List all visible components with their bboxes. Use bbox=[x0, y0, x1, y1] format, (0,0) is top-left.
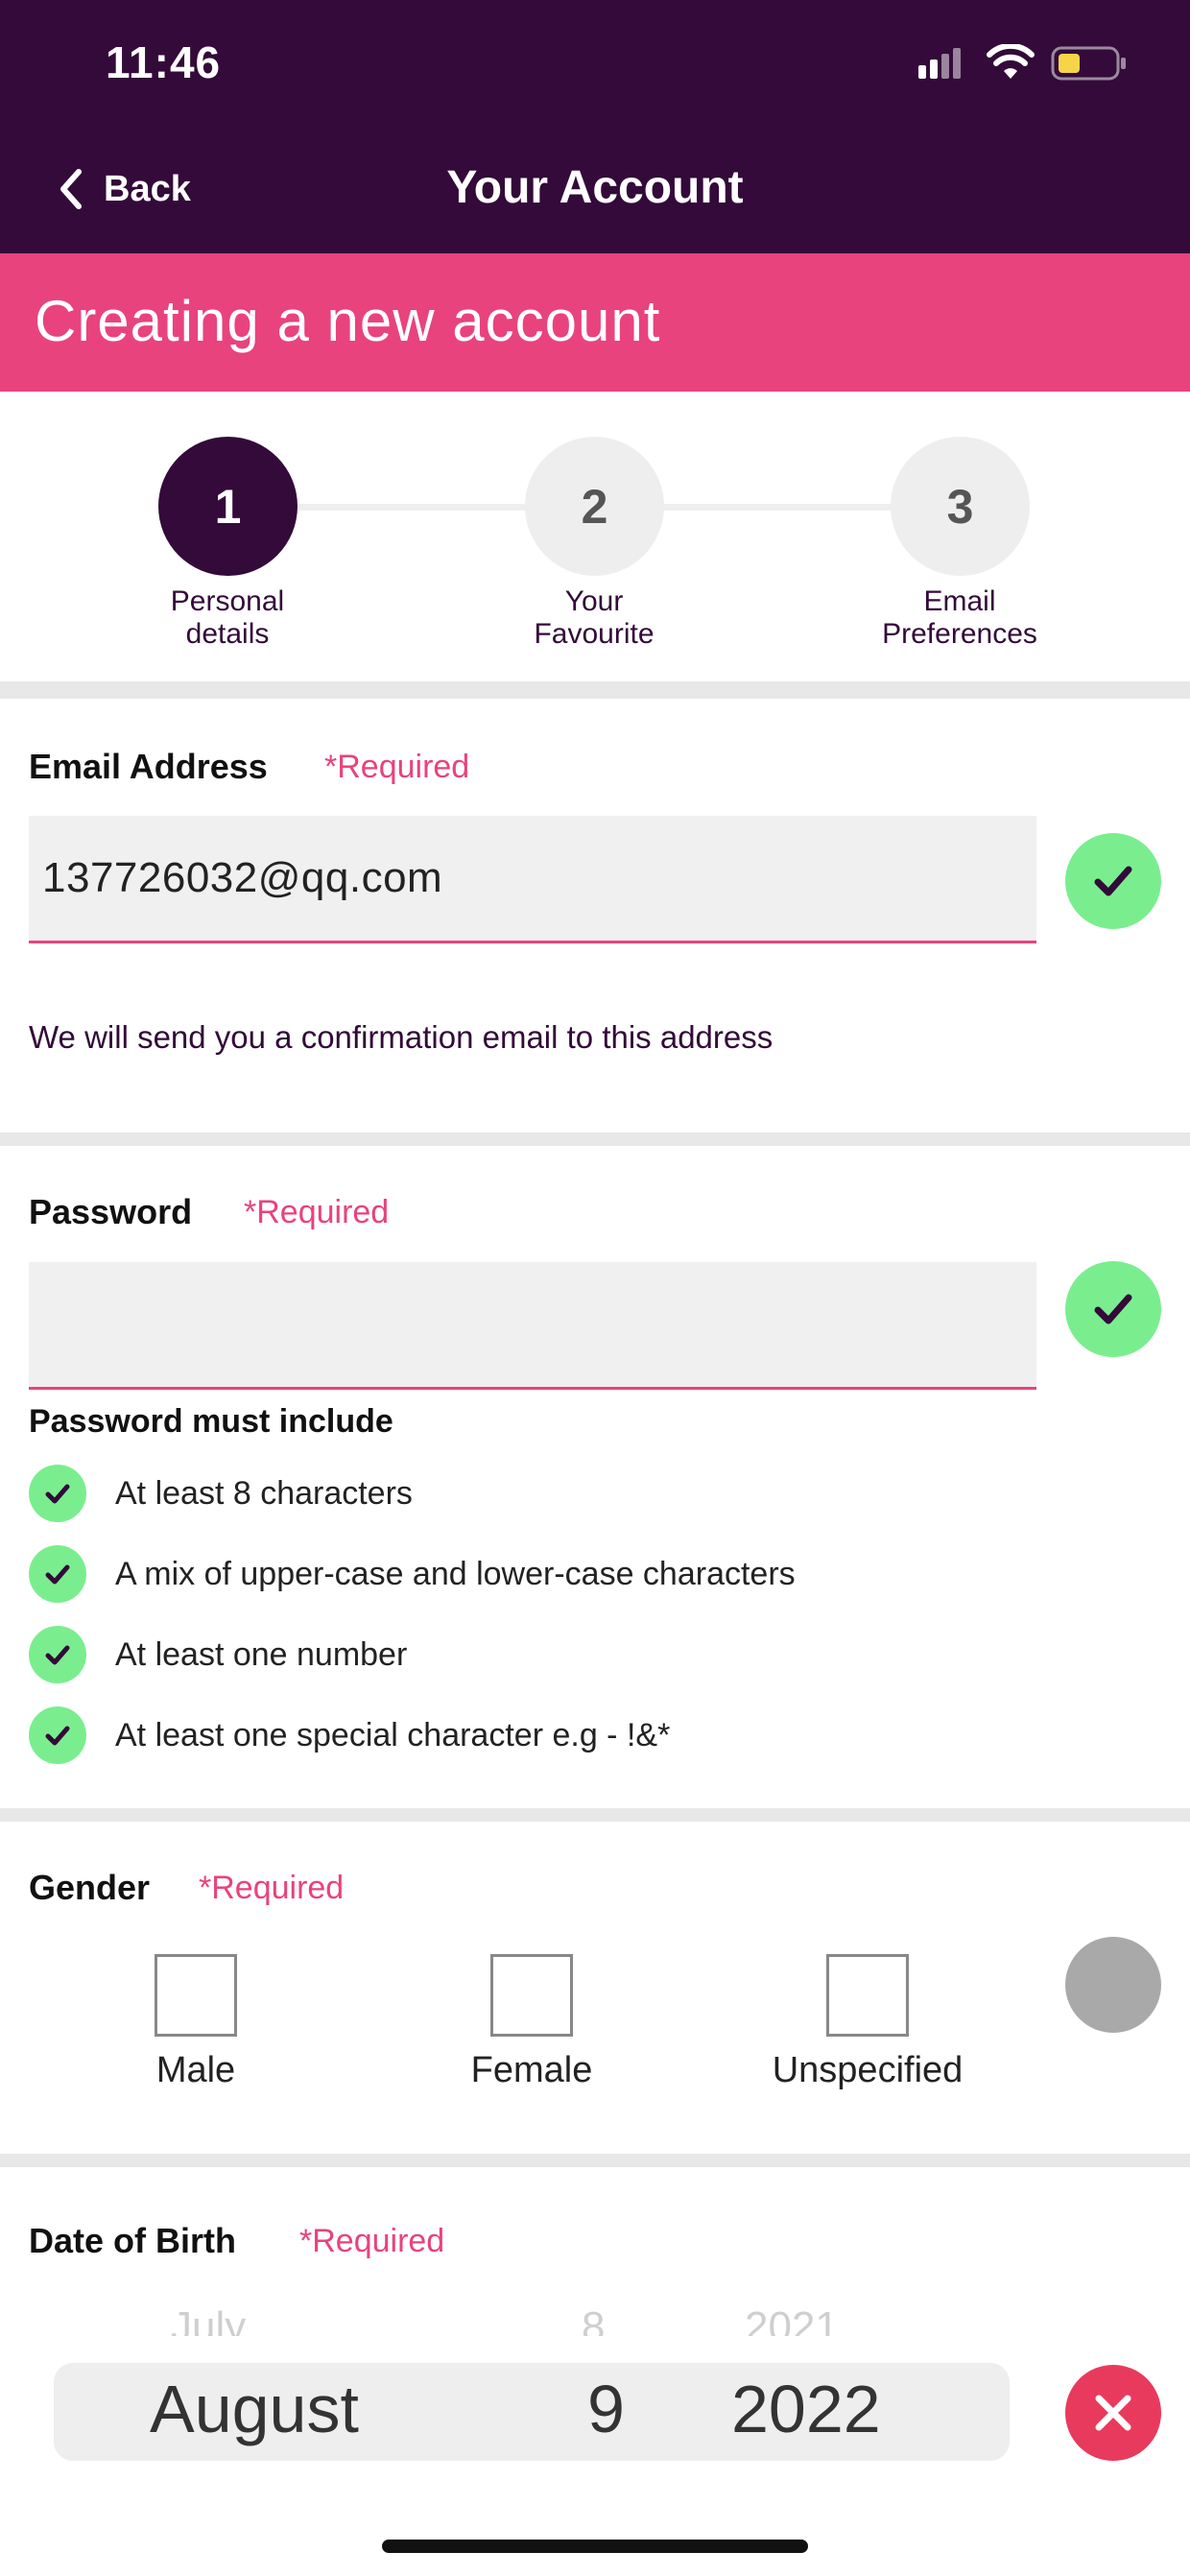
gender-male-checkbox[interactable] bbox=[155, 1954, 237, 2037]
step-connector bbox=[298, 504, 528, 511]
gender-male-label[interactable]: Male bbox=[81, 2050, 311, 2091]
battery-icon bbox=[1051, 46, 1126, 81]
picker-prev-year[interactable]: 2021 bbox=[745, 2303, 839, 2336]
rule-check-badge bbox=[29, 1545, 86, 1603]
gender-unspecified-label[interactable]: Unspecified bbox=[752, 2050, 983, 2091]
password-rule-text: At least one number bbox=[115, 1635, 408, 1673]
rule-check-badge bbox=[29, 1465, 86, 1522]
password-rule-text: A mix of upper-case and lower-case chara… bbox=[115, 1555, 796, 1592]
cellular-signal-icon bbox=[918, 48, 961, 79]
password-rule: At least 8 characters bbox=[29, 1465, 413, 1522]
step-2-label: Your Favourite bbox=[469, 585, 719, 651]
step-2-circle[interactable]: 2 bbox=[525, 437, 664, 576]
step-connector bbox=[662, 504, 892, 511]
check-icon bbox=[45, 1726, 70, 1746]
progress-stepper: 1 2 3 Personal details Your Favourite Em… bbox=[0, 392, 1190, 680]
email-required-tag: *Required bbox=[324, 749, 470, 785]
step-3-label-line2: Preferences bbox=[882, 618, 1037, 650]
gender-label: Gender bbox=[29, 1868, 151, 1907]
check-icon bbox=[45, 1645, 70, 1665]
step-1-label-line1: Personal bbox=[170, 585, 285, 617]
email-field[interactable]: 137726032@qq.com bbox=[29, 816, 1036, 943]
check-icon bbox=[1094, 866, 1132, 896]
email-valid-indicator bbox=[1065, 833, 1161, 929]
wifi-icon bbox=[987, 44, 1035, 79]
section-divider bbox=[0, 1133, 1190, 1146]
password-rule: A mix of upper-case and lower-case chara… bbox=[29, 1545, 796, 1603]
step-3-circle[interactable]: 3 bbox=[891, 437, 1030, 576]
picker-day[interactable]: 9 bbox=[587, 2371, 625, 2447]
gender-status-indicator bbox=[1065, 1937, 1161, 2033]
step-1-label-line2: details bbox=[185, 618, 270, 650]
step-2-label-line1: Your bbox=[564, 585, 624, 617]
section-divider bbox=[0, 1808, 1190, 1822]
picker-year[interactable]: 2022 bbox=[731, 2371, 881, 2447]
step-3-label-line1: Email bbox=[923, 585, 996, 617]
check-icon bbox=[45, 1484, 70, 1504]
dob-clear-button[interactable] bbox=[1065, 2365, 1161, 2461]
status-time: 11:46 bbox=[106, 37, 222, 87]
password-valid-indicator bbox=[1065, 1261, 1161, 1357]
step-1-label: Personal details bbox=[103, 585, 352, 651]
password-field[interactable] bbox=[29, 1262, 1036, 1390]
email-label: Email Address bbox=[29, 747, 268, 786]
dob-required-tag: *Required bbox=[299, 2223, 445, 2259]
rule-check-badge bbox=[29, 1626, 86, 1683]
check-icon bbox=[1094, 1294, 1132, 1324]
password-rule: At least one number bbox=[29, 1626, 407, 1683]
check-icon bbox=[45, 1564, 70, 1585]
step-2-label-line2: Favourite bbox=[534, 618, 654, 650]
dob-label: Date of Birth bbox=[29, 2221, 236, 2260]
email-hint: We will send you a confirmation email to… bbox=[29, 1019, 774, 1055]
step-1-circle[interactable]: 1 bbox=[158, 437, 298, 576]
password-rule: At least one special character e.g - !&* bbox=[29, 1706, 670, 1764]
gender-unspecified-checkbox[interactable] bbox=[826, 1954, 909, 2037]
gender-female-label[interactable]: Female bbox=[416, 2050, 647, 2091]
picker-prev-day[interactable]: 8 bbox=[582, 2303, 605, 2336]
password-requirements-title: Password must include bbox=[29, 1403, 393, 1440]
password-rule-text: At least 8 characters bbox=[115, 1474, 413, 1512]
banner-text: Creating a new account bbox=[35, 289, 661, 353]
close-icon bbox=[1095, 2395, 1131, 2431]
rule-check-badge bbox=[29, 1706, 86, 1764]
email-value: 137726032@qq.com bbox=[42, 854, 443, 901]
top-navigation-bar: 11:46 Back Your Account bbox=[0, 0, 1190, 253]
gender-female-checkbox[interactable] bbox=[490, 1954, 573, 2037]
picker-month[interactable]: August bbox=[150, 2371, 359, 2447]
home-indicator[interactable] bbox=[382, 2540, 808, 2553]
password-required-tag: *Required bbox=[244, 1194, 390, 1230]
step-3-label: Email Preferences bbox=[835, 585, 1084, 651]
page-title: Your Account bbox=[446, 162, 744, 213]
section-divider bbox=[0, 2154, 1190, 2167]
gender-required-tag: *Required bbox=[199, 1870, 345, 1906]
picker-prev-month[interactable]: July bbox=[171, 2303, 246, 2336]
section-divider bbox=[0, 681, 1190, 699]
creating-account-banner: Creating a new account bbox=[0, 253, 1190, 392]
password-rule-text: At least one special character e.g - !&* bbox=[115, 1716, 671, 1753]
password-label: Password bbox=[29, 1192, 193, 1231]
